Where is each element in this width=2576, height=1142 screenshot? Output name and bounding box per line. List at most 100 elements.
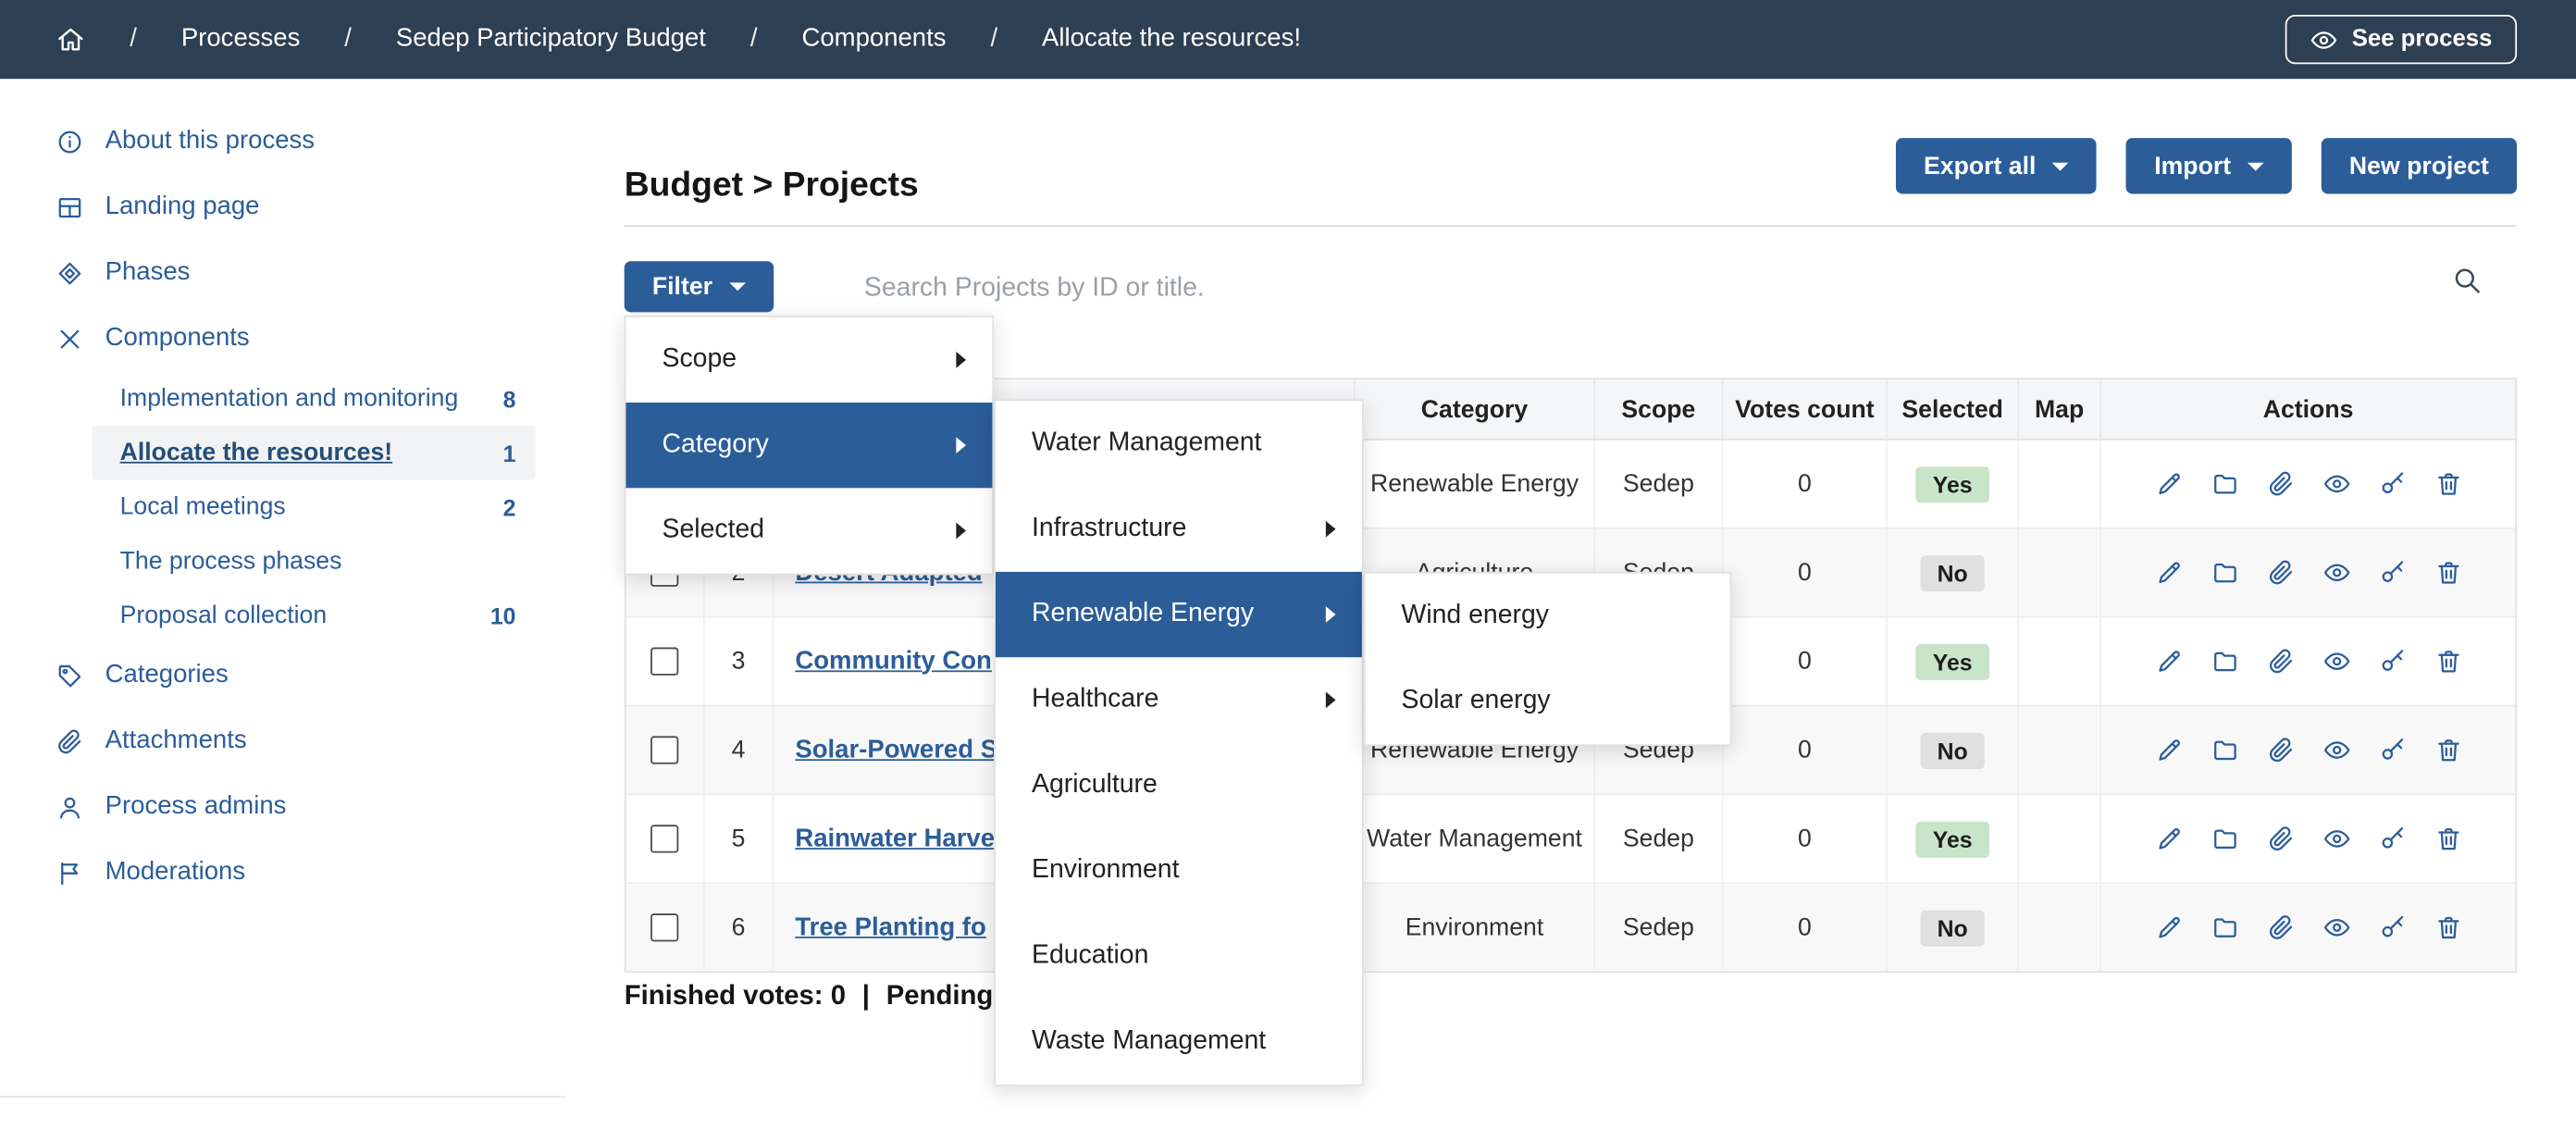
- eye-icon: [2322, 736, 2350, 763]
- permissions-button[interactable]: [2378, 470, 2406, 498]
- filter-menu-item-category[interactable]: Category: [625, 403, 992, 488]
- row-checkbox[interactable]: [650, 736, 678, 763]
- project-title-link[interactable]: Solar-Powered S: [795, 736, 997, 765]
- selected-badge: Yes: [1916, 821, 1988, 857]
- delete-project-button[interactable]: [2434, 913, 2461, 941]
- subcategory-item-solar-energy[interactable]: Solar energy: [1365, 659, 1729, 744]
- preview-button[interactable]: [2322, 470, 2350, 498]
- edit-project-button[interactable]: [2155, 913, 2183, 941]
- breadcrumb-separator: /: [990, 25, 997, 55]
- attachments-button[interactable]: [2266, 913, 2294, 941]
- edit-project-button[interactable]: [2155, 825, 2183, 852]
- sidebar-item-components[interactable]: Components: [0, 305, 565, 371]
- permissions-button[interactable]: [2378, 559, 2406, 587]
- edit-project-button[interactable]: [2155, 470, 2183, 498]
- manage-records-button[interactable]: [2211, 736, 2238, 763]
- breadcrumb-processes[interactable]: Processes: [181, 25, 301, 55]
- permissions-button[interactable]: [2378, 913, 2406, 941]
- sidebar-item-label: Landing page: [105, 192, 260, 222]
- manage-records-button[interactable]: [2211, 913, 2238, 941]
- attachments-button[interactable]: [2266, 825, 2294, 852]
- breadcrumb-separator: /: [344, 25, 352, 55]
- edit-project-button[interactable]: [2155, 559, 2183, 587]
- sidebar-item-local-meetings[interactable]: Local meetings 2: [92, 479, 535, 534]
- pencil-icon: [2155, 648, 2183, 676]
- preview-button[interactable]: [2322, 648, 2350, 676]
- preview-button[interactable]: [2322, 559, 2350, 587]
- manage-records-button[interactable]: [2211, 559, 2238, 587]
- preview-button[interactable]: [2322, 825, 2350, 852]
- row-checkbox[interactable]: [650, 648, 678, 676]
- delete-project-button[interactable]: [2434, 825, 2461, 852]
- category-item-education[interactable]: Education: [996, 913, 1362, 999]
- edit-project-button[interactable]: [2155, 736, 2183, 763]
- sidebar-item-about[interactable]: About this process: [0, 108, 565, 174]
- sidebar-item-implementation-and-monitoring[interactable]: Implementation and monitoring 8: [92, 371, 535, 426]
- preview-button[interactable]: [2322, 736, 2350, 763]
- manage-records-button[interactable]: [2211, 648, 2238, 676]
- filter-menu-item-selected[interactable]: Selected: [625, 488, 992, 573]
- menu-item-label: Category: [663, 430, 769, 460]
- new-project-button[interactable]: New project: [2322, 138, 2517, 193]
- search-input[interactable]: [861, 263, 2411, 316]
- category-item-agriculture[interactable]: Agriculture: [996, 743, 1362, 828]
- attachments-button[interactable]: [2266, 648, 2294, 676]
- category-item-water-management[interactable]: Water Management: [996, 401, 1362, 486]
- permissions-button[interactable]: [2378, 736, 2406, 763]
- permissions-button[interactable]: [2378, 648, 2406, 676]
- category-item-infrastructure[interactable]: Infrastructure: [996, 487, 1362, 572]
- sidebar-item-phases[interactable]: Phases: [0, 240, 565, 305]
- paperclip-icon: [2266, 648, 2294, 676]
- sidebar-item-process-admins[interactable]: Process admins: [0, 774, 565, 839]
- project-title-link[interactable]: Tree Planting fo: [795, 912, 985, 942]
- eye-icon: [2310, 26, 2337, 54]
- filter-button[interactable]: Filter: [625, 261, 774, 312]
- count-badge: 2: [503, 494, 516, 520]
- export-all-button[interactable]: Export all: [1896, 138, 2097, 193]
- category-item-environment[interactable]: Environment: [996, 828, 1362, 913]
- attachments-button[interactable]: [2266, 470, 2294, 498]
- row-checkbox[interactable]: [650, 913, 678, 941]
- permissions-button[interactable]: [2378, 825, 2406, 852]
- project-title-link[interactable]: Rainwater Harve: [795, 824, 995, 853]
- sidebar-item-landing-page[interactable]: Landing page: [0, 174, 565, 240]
- sidebar-item-allocate-the-resources[interactable]: Allocate the resources! 1: [92, 426, 535, 480]
- breadcrumb-current[interactable]: Allocate the resources!: [1042, 25, 1301, 55]
- category-item-waste-management[interactable]: Waste Management: [996, 999, 1362, 1085]
- project-votes: 0: [1724, 795, 1889, 882]
- delete-project-button[interactable]: [2434, 559, 2461, 587]
- breadcrumb-components[interactable]: Components: [801, 25, 946, 55]
- row-actions: [2101, 913, 2515, 941]
- header-scope: Scope: [1595, 379, 1723, 439]
- folder-icon: [2211, 736, 2238, 763]
- attachments-button[interactable]: [2266, 559, 2294, 587]
- manage-records-button[interactable]: [2211, 825, 2238, 852]
- edit-project-button[interactable]: [2155, 648, 2183, 676]
- header-actions: Actions: [2101, 379, 2515, 439]
- subcategory-item-wind-energy[interactable]: Wind energy: [1365, 574, 1729, 659]
- project-map-cell: [2019, 618, 2101, 705]
- sidebar-item-moderations[interactable]: Moderations: [0, 839, 565, 905]
- breadcrumb-process-name[interactable]: Sedep Participatory Budget: [396, 25, 706, 55]
- search-button[interactable]: [2451, 265, 2483, 296]
- sidebar-item-the-process-phases[interactable]: The process phases: [92, 534, 535, 589]
- see-process-button[interactable]: See process: [2285, 15, 2517, 64]
- project-title-link[interactable]: Community Con: [795, 647, 992, 677]
- project-votes: 0: [1724, 529, 1889, 616]
- category-item-renewable-energy[interactable]: Renewable Energy: [996, 572, 1362, 657]
- preview-button[interactable]: [2322, 913, 2350, 941]
- delete-project-button[interactable]: [2434, 736, 2461, 763]
- sidebar-item-attachments[interactable]: Attachments: [0, 708, 565, 774]
- trash-icon: [2434, 559, 2461, 587]
- sidebar-item-categories[interactable]: Categories: [0, 642, 565, 708]
- row-checkbox[interactable]: [650, 825, 678, 852]
- import-button[interactable]: Import: [2126, 138, 2292, 193]
- delete-project-button[interactable]: [2434, 470, 2461, 498]
- sidebar-item-proposal-collection[interactable]: Proposal collection 10: [92, 589, 535, 643]
- manage-records-button[interactable]: [2211, 470, 2238, 498]
- category-item-healthcare[interactable]: Healthcare: [996, 657, 1362, 742]
- filter-menu-item-scope[interactable]: Scope: [625, 317, 992, 403]
- breadcrumb-home[interactable]: [56, 25, 85, 55]
- attachments-button[interactable]: [2266, 736, 2294, 763]
- delete-project-button[interactable]: [2434, 648, 2461, 676]
